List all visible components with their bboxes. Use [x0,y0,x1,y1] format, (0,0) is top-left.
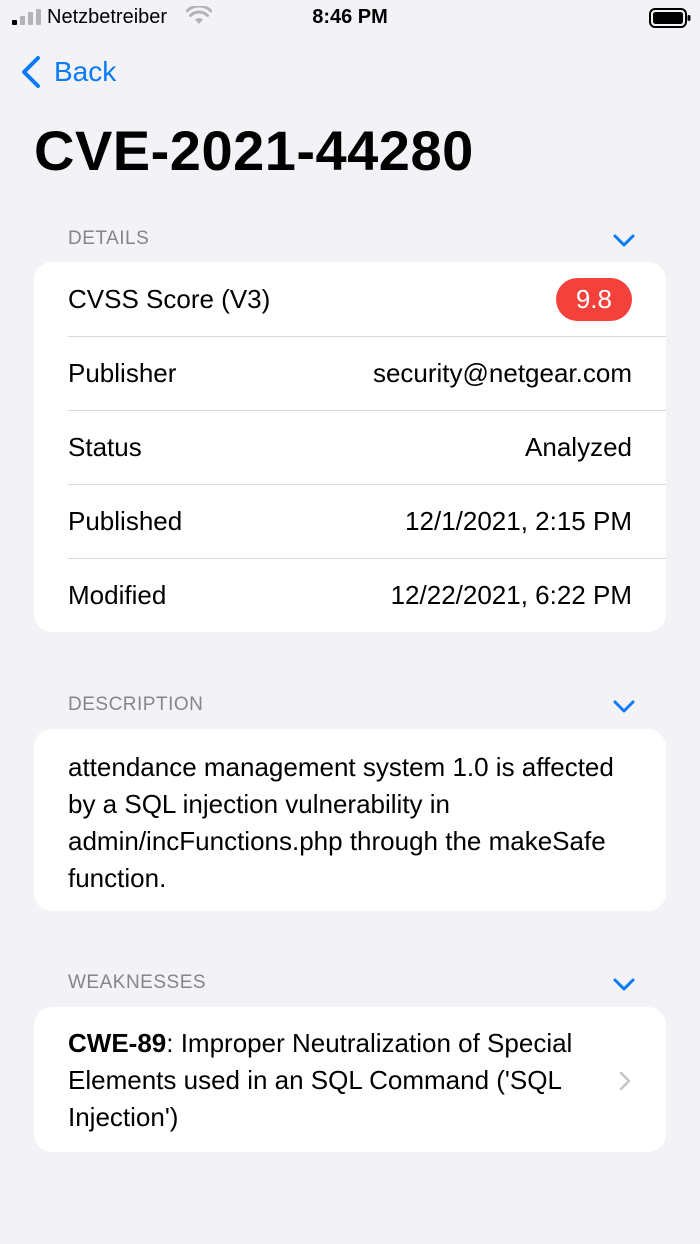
published-value: 12/1/2021, 2:15 PM [405,505,632,536]
status-row: Status Analyzed [34,410,666,484]
battery-icon [649,8,691,28]
weakness-text: CWE-89: Improper Neutralization of Speci… [68,1025,598,1136]
weakness-row[interactable]: CWE-89: Improper Neutralization of Speci… [34,1007,666,1152]
chevron-left-icon [22,56,40,88]
modified-value: 12/22/2021, 6:22 PM [390,579,632,610]
weakness-id: CWE-89 [68,1028,167,1058]
cvss-score-label: CVSS Score (V3) [68,283,271,314]
chevron-down-icon[interactable] [612,232,636,248]
details-card: CVSS Score (V3) 9.8 Publisher security@n… [34,262,666,632]
back-button[interactable]: Back [20,52,116,92]
cvss-score-badge: 9.8 [555,277,632,321]
back-button-label: Back [54,56,117,87]
chevron-down-icon[interactable] [612,976,636,992]
chevron-right-icon [619,1071,631,1090]
publisher-label: Publisher [68,357,177,388]
modified-row: Modified 12/22/2021, 6:22 PM [34,558,666,632]
description-card: attendance management system 1.0 is affe… [34,729,666,911]
publisher-value: security@netgear.com [372,357,632,388]
description-section-header: DESCRIPTION [68,694,204,715]
published-row: Published 12/1/2021, 2:15 PM [34,484,666,558]
weaknesses-card: CWE-89: Improper Neutralization of Speci… [34,1007,666,1152]
published-label: Published [68,505,183,536]
cvss-score-row: CVSS Score (V3) 9.8 [34,262,666,336]
weaknesses-section-header: WEAKNESSES [68,972,207,993]
publisher-row: Publisher security@netgear.com [34,336,666,410]
status-label: Status [68,431,142,462]
modified-label: Modified [68,579,167,610]
description-text: attendance management system 1.0 is affe… [68,752,614,893]
status-bar: Netzbetreiber 8:46 PM [0,0,700,36]
chevron-down-icon[interactable] [612,698,636,714]
clock: 8:46 PM [312,6,388,28]
status-value: Analyzed [525,431,632,462]
page-title: CVE-2021-44280 [34,119,474,182]
details-section-header: DETAILS [68,228,150,249]
